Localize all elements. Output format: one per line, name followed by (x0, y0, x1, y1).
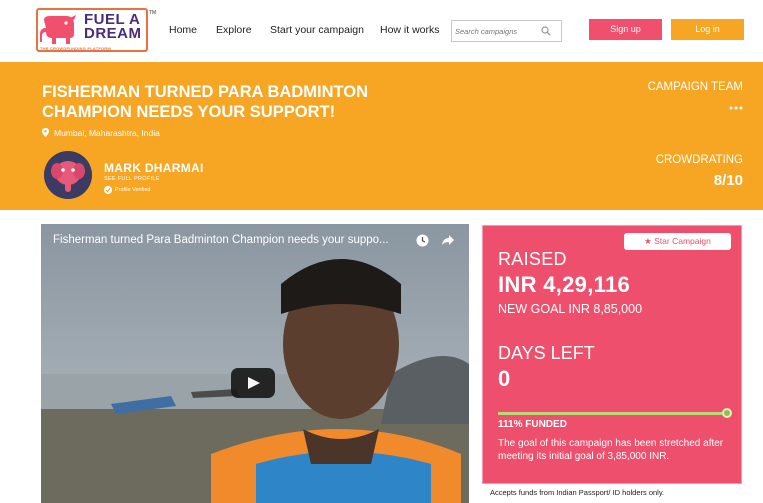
campaign-team-label: CAMPAIGN TEAM (647, 81, 743, 93)
star-campaign-badge: ★ Star Campaign (624, 233, 731, 250)
funding-progress-bar (498, 412, 728, 415)
funds-eligibility-note: Accepts funds from Indian Passport/ ID h… (490, 488, 665, 497)
progress-end-marker (722, 408, 732, 418)
more-dots-icon[interactable] (729, 106, 743, 110)
trademark-mark: TM (149, 10, 157, 16)
nav-home-link[interactable]: Home (169, 24, 197, 36)
funding-progress-fill (498, 412, 728, 415)
days-left-label: DAYS LEFT (498, 343, 595, 363)
video-title[interactable]: Fisherman turned Para Badminton Champion… (53, 234, 413, 246)
play-button[interactable] (231, 368, 275, 398)
campaign-location: Mumbai, Maharashtra, India (54, 128, 160, 138)
crowdrating-value: 8/10 (713, 172, 743, 189)
owner-avatar[interactable] (44, 151, 92, 199)
new-goal-text: NEW GOAL INR 8,85,000 (498, 302, 643, 316)
star-campaign-label: Star Campaign (654, 236, 711, 246)
elephant-icon (40, 15, 76, 44)
search-icon[interactable] (541, 26, 551, 36)
raised-label: RAISED (498, 249, 567, 269)
verified-check-icon (104, 186, 112, 194)
funded-percentage: 111% FUNDED (498, 419, 567, 430)
campaign-banner: FISHERMAN TURNED PARA BADMINTON CHAMPION… (0, 62, 763, 210)
campaign-title: FISHERMAN TURNED PARA BADMINTON CHAMPION… (42, 83, 369, 121)
location-pin-icon (42, 128, 49, 137)
log-in-button[interactable]: Log in (671, 19, 744, 40)
search-box (451, 20, 562, 42)
campaign-video-player[interactable]: Fisherman turned Para Badminton Champion… (41, 224, 469, 503)
nav-how-it-works-link[interactable]: How it works (380, 24, 440, 36)
search-input[interactable] (455, 24, 539, 38)
crowdrating-label: CROWDRATING (655, 154, 743, 166)
raised-amount: INR 4,29,116 (498, 272, 631, 297)
share-arrow-icon[interactable] (441, 233, 455, 247)
video-thumbnail (41, 224, 469, 503)
top-nav-bar: FUEL A DREAM THE CROWDFUNDING PLATFORM T… (0, 0, 763, 62)
avatar-elephant-icon (44, 151, 92, 199)
sign-up-button[interactable]: Sign up (589, 19, 662, 40)
fuel-a-dream-logo[interactable]: FUEL A DREAM THE CROWDFUNDING PLATFORM T… (36, 8, 156, 54)
funding-panel: ★ Star Campaign RAISED INR 4,29,116 NEW … (482, 225, 742, 484)
logo-line-2: DREAM (84, 25, 142, 42)
profile-verified-label: Profile Verified (115, 187, 151, 193)
logo-tagline: THE CROWDFUNDING PLATFORM (40, 46, 111, 51)
watch-later-clock-icon[interactable] (416, 234, 429, 247)
nav-start-campaign-link[interactable]: Start your campaign (270, 24, 364, 36)
see-full-profile-link[interactable]: SEE FULL PROFILE (104, 176, 160, 182)
star-icon: ★ (644, 236, 655, 246)
nav-explore-link[interactable]: Explore (216, 24, 252, 36)
goal-stretched-note: The goal of this campaign has been stret… (498, 438, 724, 462)
logo-wordmark: FUEL A DREAM (84, 12, 142, 42)
days-left-value: 0 (498, 366, 511, 391)
owner-name[interactable]: MARK DHARMAI (104, 161, 204, 175)
